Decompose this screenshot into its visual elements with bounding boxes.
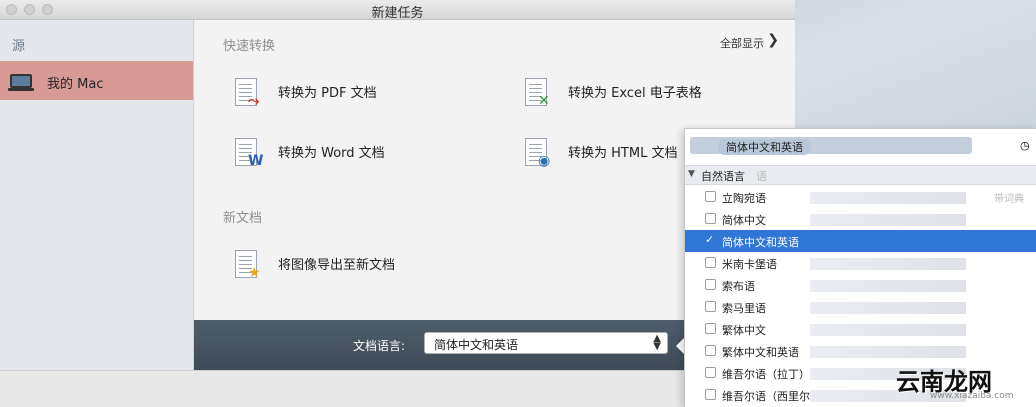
language-row[interactable]: 简体中文 [685,208,1036,230]
row-bar [810,214,966,226]
convert-to-excel-action[interactable]: ✕ 转换为 Excel 电子表格 [525,78,785,118]
dictionary-hint: 带词典 [994,194,1024,205]
action-label: 转换为 HTML 文档 [568,146,678,161]
language-row-selected[interactable]: ✓ 简体中文和英语 [685,230,1036,252]
language-row[interactable]: 立陶宛语 带词典 [685,186,1036,208]
convert-to-pdf-action[interactable]: ⤳ 转换为 PDF 文档 [235,78,495,118]
export-image-to-new-doc-action[interactable]: ★ 将图像导出至新文档 [235,250,495,290]
laptop-icon [10,74,32,88]
action-label: 将图像导出至新文档 [278,258,396,273]
language-label: 维吾尔语（西里尔） [722,390,821,403]
language-label: 简体中文 [722,214,766,227]
language-row[interactable]: 繁体中文和英语 [685,340,1036,362]
row-bar [810,280,966,292]
language-checkbox[interactable] [705,301,716,312]
action-label: 转换为 Excel 电子表格 [568,86,702,101]
action-label: 转换为 PDF 文档 [278,86,377,101]
action-label: 转换为 Word 文档 [278,146,385,161]
language-row[interactable]: 繁体中文 [685,318,1036,340]
quick-convert-heading: 快速转换 [223,39,276,54]
excel-doc-icon: ✕ [525,78,550,109]
language-checkbox[interactable] [705,345,716,356]
language-label: 米南卡堡语 [722,258,777,271]
window-footer [0,370,795,407]
recent-clock-icon[interactable]: ◷ [1020,139,1030,152]
row-bar [810,302,966,314]
title-bar: 新建任务 [0,0,795,21]
language-label: 繁体中文和英语 [722,346,799,359]
row-bar [810,192,966,204]
sidebar-item-label: 我的 Mac [47,77,104,92]
row-bar [810,324,966,336]
natural-language-group[interactable]: ▼ 自然语言 语 [685,165,1036,185]
language-checkbox[interactable] [705,257,716,268]
sidebar-header: 源 [12,39,26,54]
language-row[interactable]: 索马里语 [685,296,1036,318]
language-checkbox[interactable] [705,389,716,400]
new-document-heading: 新文档 [223,211,263,226]
html-doc-icon: ◉ [525,138,550,169]
language-row[interactable]: 米南卡堡语 [685,252,1036,274]
language-checkbox[interactable] [705,191,716,202]
language-checkbox[interactable] [705,323,716,334]
laptop-base [8,88,34,91]
language-search-field[interactable]: 简体中文和英语 [690,137,972,155]
group-overlay-text: 语 [756,170,767,183]
selected-language-chip[interactable]: 简体中文和英语 [718,139,811,155]
chevron-right-icon[interactable]: ❯ [767,32,779,48]
row-bar [810,258,966,270]
select-arrows-icon: ▲ ▼ [653,333,661,352]
language-label: 繁体中文 [722,324,766,337]
disclosure-triangle-icon[interactable]: ▼ [688,169,695,179]
language-label: 索布语 [722,280,755,293]
sidebar-item-my-mac[interactable]: 我的 Mac [0,61,193,100]
window-title: 新建任务 [371,6,424,21]
pdf-doc-icon: ⤳ [235,78,259,109]
document-language-label: 文档语言: [353,339,406,353]
group-label: 自然语言 [701,170,745,183]
convert-to-word-action[interactable]: W 转换为 Word 文档 [235,138,495,178]
language-checkbox[interactable] [705,367,716,378]
source-sidebar: 源 我的 Mac [0,20,194,370]
show-all-link[interactable]: 全部显示 [720,35,764,51]
word-doc-icon: W [235,138,263,169]
language-checkbox[interactable] [705,279,716,290]
language-checkbox[interactable] [705,213,716,224]
document-language-select[interactable]: 简体中文和英语 ▲ ▼ [424,332,668,354]
language-label: 索马里语 [722,302,766,315]
popover-arrow [676,338,684,354]
language-label: 简体中文和英语 [722,236,799,249]
image-export-icon: ★ [235,250,261,281]
row-bar [810,346,966,358]
checkmark-icon[interactable]: ✓ [705,233,716,246]
selected-language: 简体中文和英语 [434,338,519,352]
language-row[interactable]: 索布语 [685,274,1036,296]
language-label: 维吾尔语（拉丁） [722,368,810,381]
watermark-url: www.xiazaiba.com [930,391,1014,401]
language-label: 立陶宛语 [722,192,766,205]
